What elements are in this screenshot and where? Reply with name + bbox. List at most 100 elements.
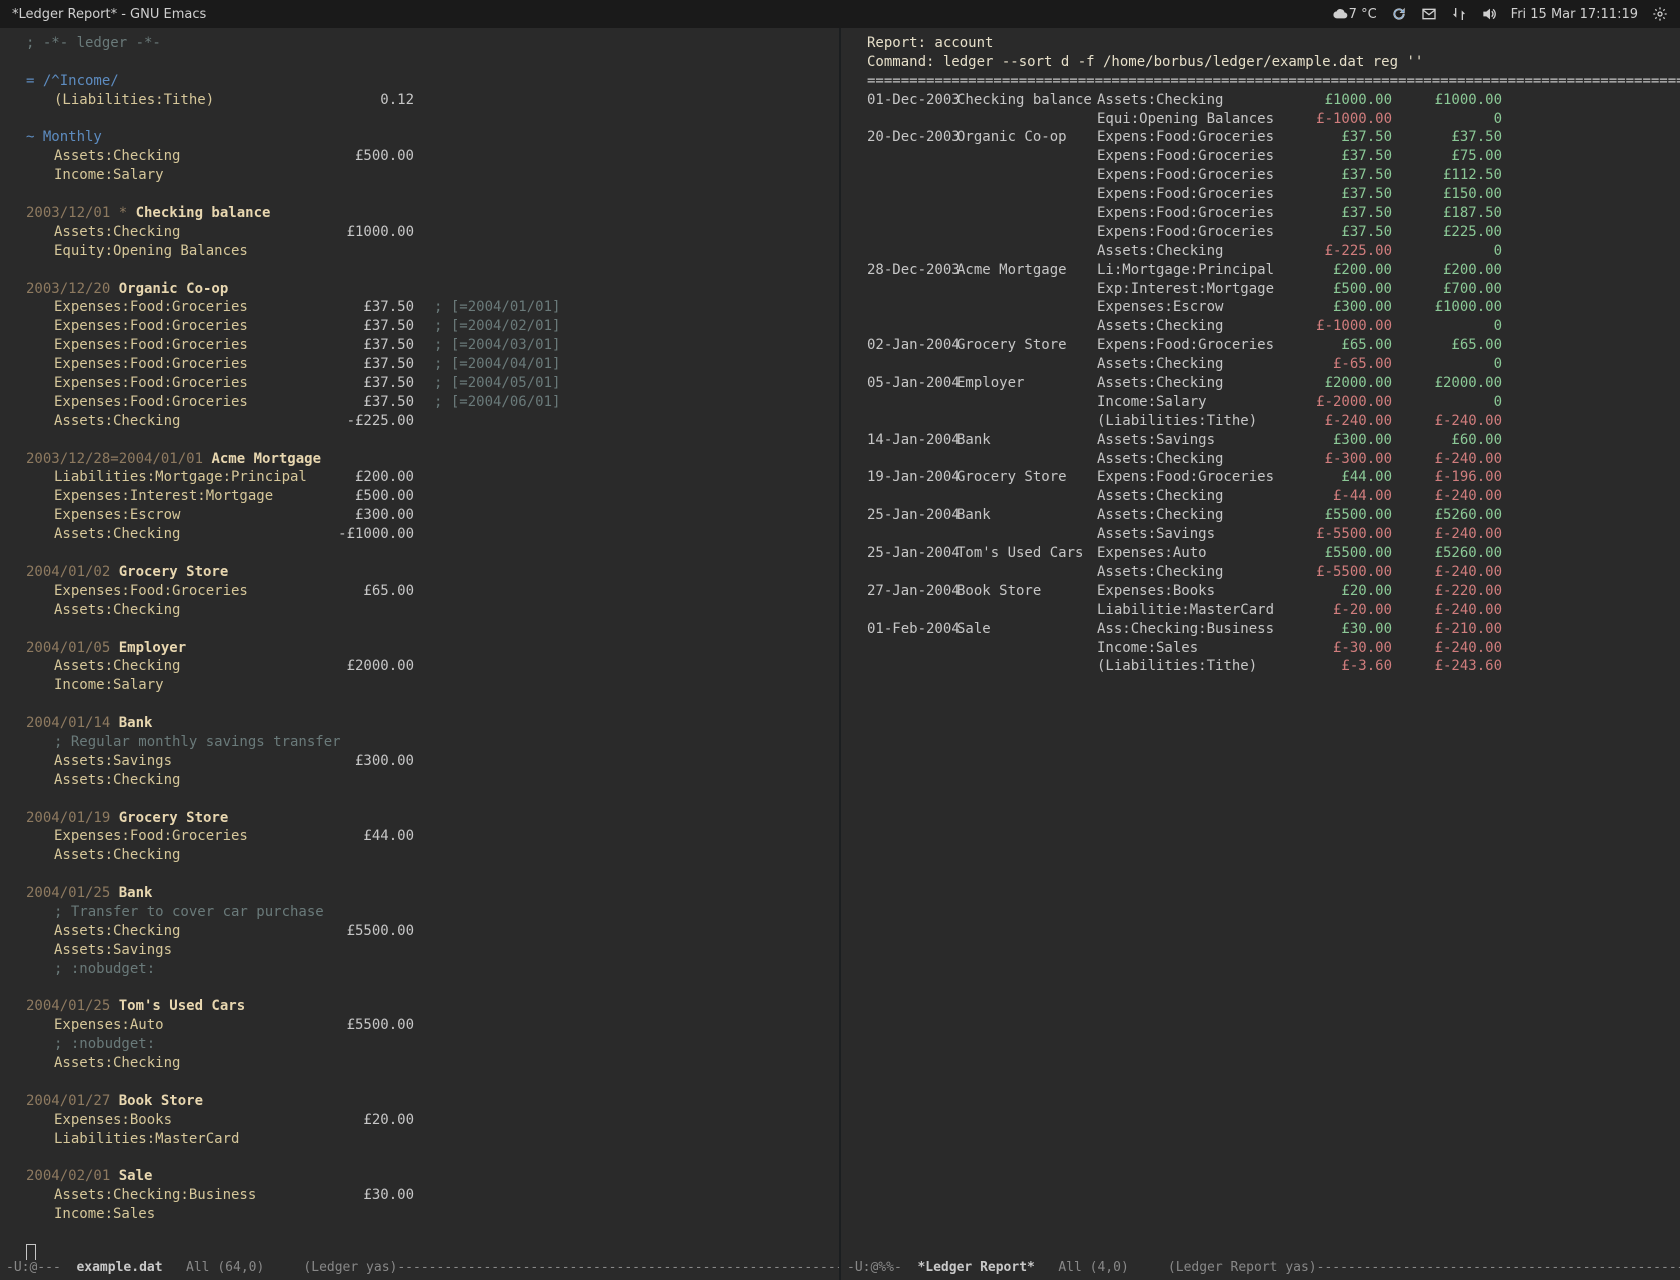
tx-payee: Grocery Store	[119, 564, 229, 580]
posting-line: Assets:Checking-£1000.00	[26, 525, 821, 544]
report-account: Expens:Food:Groceries	[1097, 167, 1274, 183]
tx-header: 2004/01/19 Grocery Store	[26, 809, 821, 828]
report-amount: £37.50	[1341, 224, 1392, 240]
report-account: Exp:Interest:Mortgage	[1097, 281, 1274, 297]
report-amount: £37.50	[1341, 205, 1392, 221]
settings-indicator[interactable]	[1652, 6, 1668, 22]
posting-account: Expenses:Food:Groceries	[54, 337, 248, 353]
report-amount: £-3.60	[1341, 658, 1392, 674]
tx-payee: Tom's Used Cars	[119, 998, 245, 1014]
left-modeline: -U:@--- example.dat All (64,0) (Ledger y…	[0, 1260, 839, 1280]
posting-amount: £37.50	[363, 318, 414, 334]
report-total: £112.50	[1443, 167, 1502, 183]
report-amount: £20.00	[1341, 583, 1392, 599]
posting-account: Assets:Checking	[54, 1055, 180, 1071]
posting-account: Expenses:Food:Groceries	[54, 583, 248, 599]
report-total: £-240.00	[1435, 602, 1502, 618]
tx-date: 2003/12/01 *	[26, 205, 136, 221]
report-amount: £37.50	[1341, 186, 1392, 202]
posting-account: (Liabilities:Tithe)	[54, 92, 214, 108]
report-total: £-240.00	[1435, 413, 1502, 429]
network-indicator[interactable]	[1451, 6, 1467, 22]
ledger-source-buffer[interactable]: ; -*- ledger -*-= /^Income/(Liabilities:…	[0, 28, 839, 1260]
tx-header: 2004/01/25 Bank	[26, 884, 821, 903]
report-account: Income:Sales	[1097, 640, 1198, 656]
posting-note: ; [=2004/03/01]	[434, 337, 560, 353]
left-window[interactable]: ; -*- ledger -*-= /^Income/(Liabilities:…	[0, 28, 839, 1280]
report-payee: Bank	[957, 507, 991, 523]
report-account: (Liabilities:Tithe)	[1097, 413, 1257, 429]
report-amount: £37.50	[1341, 148, 1392, 164]
posting-note: ; [=2004/02/01]	[434, 318, 560, 334]
report-payee: Organic Co-op	[957, 129, 1067, 145]
report-amount: £300.00	[1333, 299, 1392, 315]
tx-note: ; Regular monthly savings transfer	[26, 733, 821, 752]
ledger-report-buffer[interactable]: Report: accountCommand: ledger --sort d …	[841, 28, 1680, 1260]
report-row: Expens:Food:Groceries£37.50£150.00	[867, 185, 1662, 204]
report-total: £-243.60	[1435, 658, 1502, 674]
posting-account: Income:Salary	[54, 677, 164, 693]
tx-payee: Sale	[119, 1168, 153, 1184]
posting-line: Expenses:Food:Groceries£37.50; [=2004/05…	[26, 374, 821, 393]
posting-amount: £2000.00	[347, 658, 414, 674]
tx-note-text: ; Transfer to cover car purchase	[54, 904, 324, 920]
tx-payee: Grocery Store	[119, 810, 229, 826]
posting-amount: £37.50	[363, 337, 414, 353]
report-total: £200.00	[1443, 262, 1502, 278]
report-account: Expens:Food:Groceries	[1097, 469, 1274, 485]
report-row: (Liabilities:Tithe)£-240.00£-240.00	[867, 412, 1662, 431]
posting-amount: £37.50	[363, 394, 414, 410]
posting-line: Expenses:Food:Groceries £37.50 ; [=2004/03…	[26, 336, 821, 355]
posting-amount: -£1000.00	[338, 526, 414, 542]
report-payee: Checking balance	[957, 92, 1092, 108]
report-amount: £37.50	[1341, 167, 1392, 183]
posting-line: Expenses:Interest:Mortgage £500.00	[26, 487, 821, 506]
clock[interactable]: Fri 15 Mar 17:11:19	[1511, 7, 1638, 22]
refresh-indicator[interactable]	[1391, 6, 1407, 22]
network-icon	[1451, 6, 1467, 22]
report-amount: £-1000.00	[1316, 318, 1392, 334]
posting-account: Assets:Checking	[54, 224, 180, 240]
posting-account: Expenses:Interest:Mortgage	[54, 488, 273, 504]
weather-indicator[interactable]: 7 °C	[1333, 6, 1377, 22]
report-account: Assets:Checking	[1097, 488, 1223, 504]
posting-line: Assets:Checking	[26, 601, 821, 620]
report-row: Expenses:Escrow£300.00£1000.00	[867, 298, 1662, 317]
tx-note: ; :nobudget:	[26, 1035, 821, 1054]
report-row: 02-Jan-2004Grocery StoreExpens:Food:Groc…	[867, 336, 1662, 355]
posting-line: Assets:Checking£500.00	[26, 147, 821, 166]
posting-amount: £1000.00	[347, 224, 414, 240]
report-total: 0	[1494, 111, 1502, 127]
report-amount: £-225.00	[1325, 243, 1392, 259]
report-command: Command: ledger --sort d -f /home/borbus…	[867, 54, 1423, 70]
report-account: Assets:Checking	[1097, 356, 1223, 372]
posting-amount: £500.00	[355, 488, 414, 504]
report-row: Equi:Opening Balances£-1000.000	[867, 110, 1662, 129]
volume-indicator[interactable]	[1481, 6, 1497, 22]
report-account: Assets:Checking	[1097, 564, 1223, 580]
periodic-header: ~ Monthly	[26, 129, 102, 145]
report-account: Income:Salary	[1097, 394, 1207, 410]
report-row: Assets:Checking£-44.00£-240.00	[867, 487, 1662, 506]
tx-note-text: ; :nobudget:	[54, 961, 155, 977]
report-row: 01-Feb-2004SaleAss:Checking:Business£30.…	[867, 620, 1662, 639]
report-row: Expens:Food:Groceries£37.50£187.50	[867, 204, 1662, 223]
weather-text: 7 °C	[1349, 7, 1377, 22]
mail-indicator[interactable]	[1421, 6, 1437, 22]
window-title: *Ledger Report* - GNU Emacs	[12, 7, 206, 22]
report-row: Exp:Interest:Mortgage£500.00£700.00	[867, 280, 1662, 299]
posting-line: Expenses:Food:Groceries£37.50; [=2004/01…	[26, 298, 821, 317]
report-total: 0	[1494, 243, 1502, 259]
report-total: £75.00	[1451, 148, 1502, 164]
tx-header: 2003/12/20 Organic Co-op	[26, 280, 821, 299]
tx-date: 2004/01/02	[26, 564, 119, 580]
report-row: Assets:Checking£-65.000	[867, 355, 1662, 374]
posting-account: Assets:Checking	[54, 923, 180, 939]
report-row: Expens:Food:Groceries£37.50£225.00	[867, 223, 1662, 242]
modeline-suffix: All (4,0) (Ledger Report yas)	[1035, 1260, 1317, 1275]
right-window[interactable]: Report: accountCommand: ledger --sort d …	[841, 28, 1680, 1280]
report-row: 20-Dec-2003Organic Co-opExpens:Food:Groc…	[867, 128, 1662, 147]
cloud-icon	[1333, 6, 1349, 22]
posting-line: Expenses:Food:Groceries£65.00	[26, 582, 821, 601]
report-total: £5260.00	[1435, 545, 1502, 561]
